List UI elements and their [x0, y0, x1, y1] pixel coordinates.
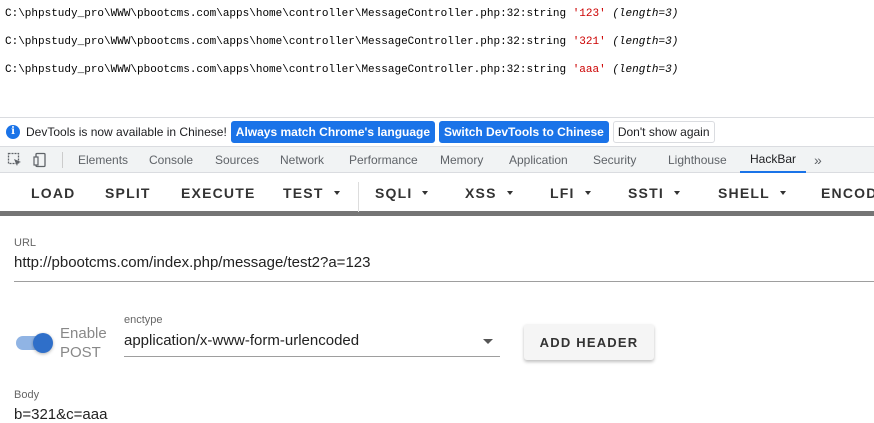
tab-elements[interactable]: Elements [78, 147, 128, 173]
toggle-knob[interactable] [33, 333, 53, 353]
more-tabs-icon[interactable]: » [814, 152, 822, 168]
chevron-down-icon [779, 190, 786, 195]
dump-line-1: C:\phpstudy_pro\WWW\pbootcms.com\apps\ho… [5, 8, 678, 20]
xss-dropdown[interactable]: XSS [465, 174, 513, 211]
chevron-down-icon [333, 190, 340, 195]
body-label: Body [14, 389, 40, 401]
url-input[interactable]: http://pbootcms.com/index.php/message/te… [14, 254, 370, 271]
chevron-down-icon [673, 190, 680, 195]
ssti-label: SSTI [628, 184, 664, 201]
sqli-label: SQLI [375, 184, 413, 201]
ssti-dropdown[interactable]: SSTI [628, 174, 680, 211]
url-label: URL [14, 237, 37, 249]
tab-security[interactable]: Security [593, 147, 636, 173]
devtools-tabbar: Elements Console Sources Network Perform… [0, 146, 874, 173]
url-underline [14, 281, 874, 282]
dump-prefix: C:\phpstudy_pro\WWW\pbootcms.com\apps\ho… [5, 64, 573, 76]
tab-lighthouse[interactable]: Lighthouse [668, 147, 727, 173]
test-label: TEST [283, 184, 324, 201]
always-match-language-button[interactable]: Always match Chrome's language [230, 120, 436, 143]
execute-button[interactable]: EXECUTE [181, 174, 256, 211]
body-input[interactable]: b=321&c=aaa [14, 406, 107, 423]
shell-label: SHELL [718, 184, 770, 201]
dump-string: '321' [572, 36, 606, 48]
hackbar-toolbar: LOAD SPLIT EXECUTE TEST SQLI XSS LFI SST… [0, 174, 874, 216]
tab-memory[interactable]: Memory [440, 147, 483, 173]
dump-prefix: C:\phpstudy_pro\WWW\pbootcms.com\apps\ho… [5, 8, 573, 20]
encoding-label: ENCODING [821, 184, 874, 201]
chevron-down-icon [506, 190, 513, 195]
dump-line-3: C:\phpstudy_pro\WWW\pbootcms.com\apps\ho… [5, 64, 678, 76]
split-button[interactable]: SPLIT [105, 174, 151, 211]
tab-performance[interactable]: Performance [349, 147, 418, 173]
enable-post-label: Enable POST [60, 325, 107, 361]
load-button[interactable]: LOAD [31, 174, 75, 211]
device-toolbar-icon[interactable] [28, 147, 54, 173]
test-dropdown[interactable]: TEST [283, 174, 340, 211]
devtools-infobar: i DevTools is now available in Chinese! … [0, 117, 874, 145]
tab-sources[interactable]: Sources [215, 147, 259, 173]
dump-length: (length=3) [612, 8, 679, 20]
tab-hackbar[interactable]: HackBar [740, 147, 807, 173]
dump-prefix: C:\phpstudy_pro\WWW\pbootcms.com\apps\ho… [5, 36, 573, 48]
inspect-element-icon[interactable] [2, 147, 28, 173]
toolbar-divider [358, 182, 359, 212]
enctype-select[interactable]: application/x-www-form-urlencoded [124, 332, 359, 349]
info-icon: i [6, 124, 20, 139]
dump-length: (length=3) [612, 64, 679, 76]
enctype-underline [124, 356, 500, 357]
dump-length: (length=3) [612, 36, 679, 48]
execute-label: EXECUTE [181, 184, 256, 201]
lfi-label: LFI [550, 184, 575, 201]
chevron-down-icon [422, 190, 429, 195]
dump-line-2: C:\phpstudy_pro\WWW\pbootcms.com\apps\ho… [5, 36, 678, 48]
split-label: SPLIT [105, 184, 151, 201]
switch-to-chinese-button[interactable]: Switch DevTools to Chinese [439, 120, 609, 143]
load-label: LOAD [31, 184, 76, 201]
dump-string: '123' [572, 8, 606, 20]
enctype-label: enctype [124, 314, 163, 326]
chevron-down-icon[interactable] [483, 339, 493, 344]
infobar-text: DevTools is now available in Chinese! [26, 124, 227, 139]
tab-network[interactable]: Network [280, 147, 324, 173]
xss-label: XSS [465, 184, 497, 201]
encoding-dropdown[interactable]: ENCODING [821, 174, 874, 211]
dump-string: 'aaa' [572, 64, 606, 76]
sqli-dropdown[interactable]: SQLI [375, 174, 429, 211]
tab-application[interactable]: Application [509, 147, 568, 173]
tab-console[interactable]: Console [149, 147, 193, 173]
dont-show-again-button[interactable]: Don't show again [612, 120, 715, 143]
chevron-down-icon [584, 190, 591, 195]
lfi-dropdown[interactable]: LFI [550, 174, 591, 211]
tabbar-separator [62, 151, 63, 168]
shell-dropdown[interactable]: SHELL [718, 174, 786, 211]
add-header-button[interactable]: ADD HEADER [524, 324, 654, 360]
